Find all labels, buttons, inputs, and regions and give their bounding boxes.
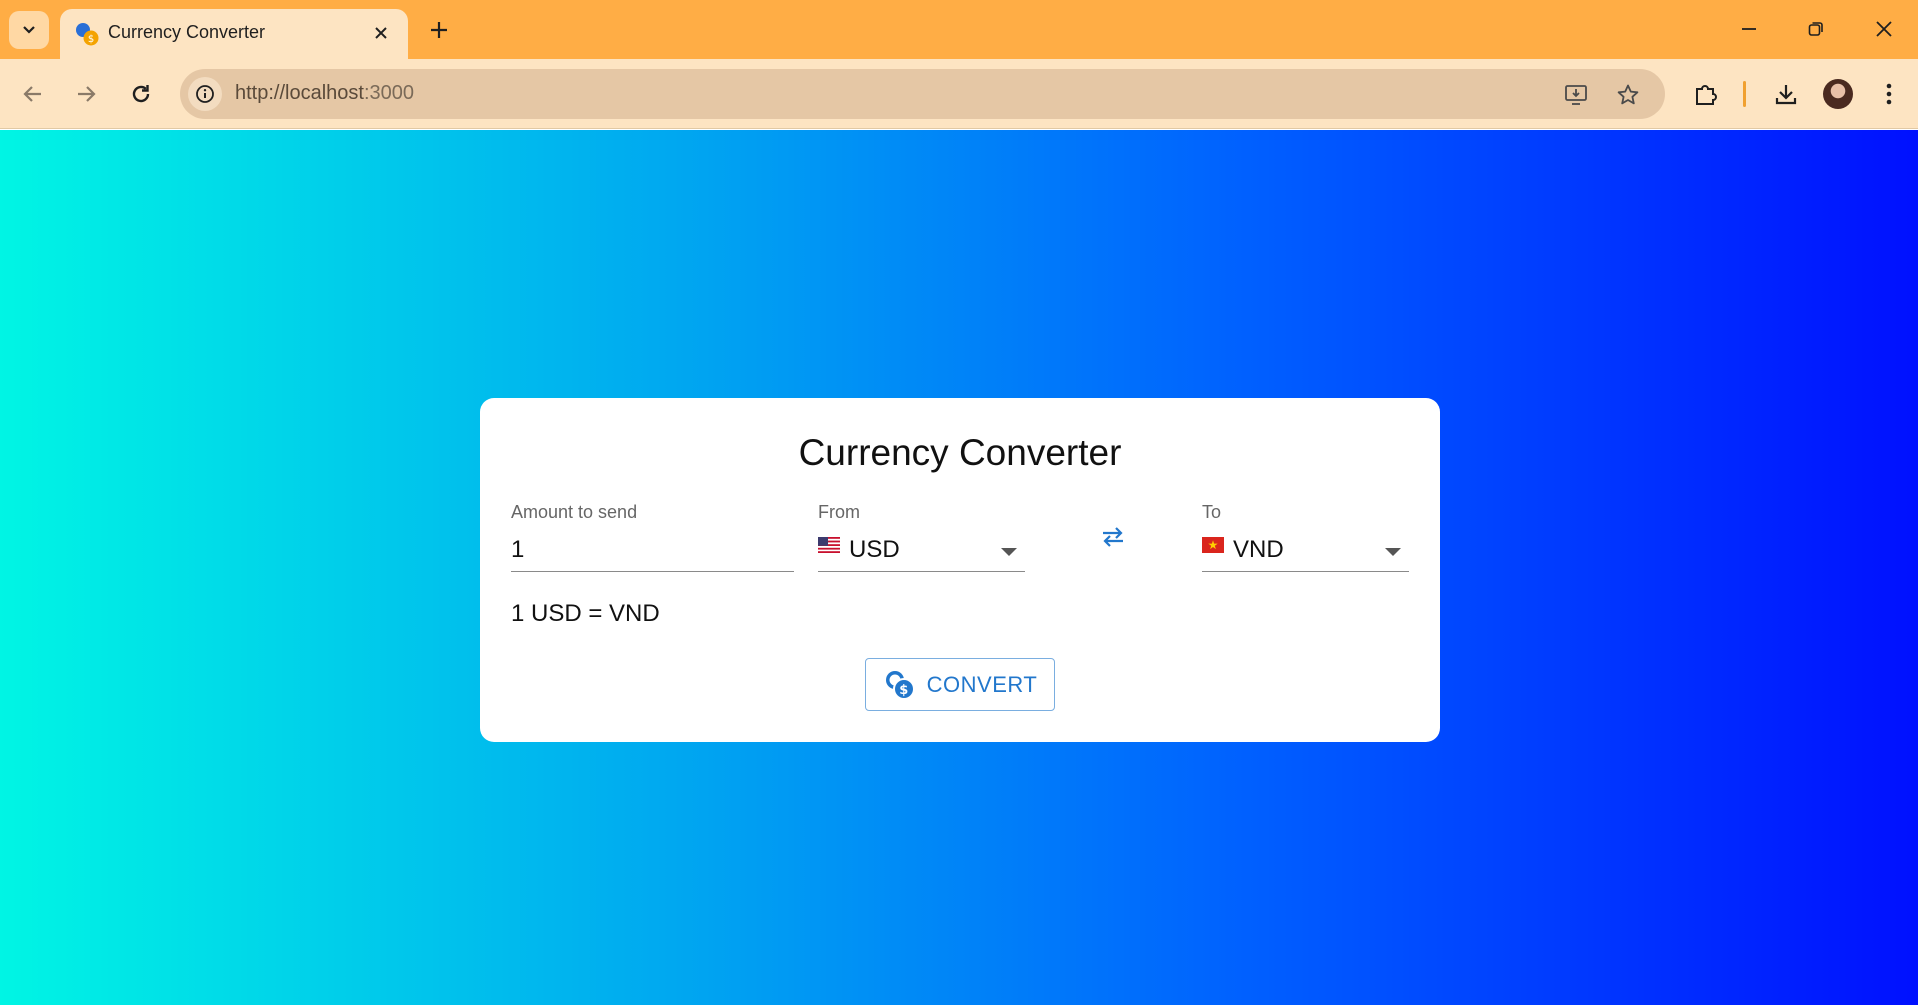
- dropdown-arrow-icon: [1001, 548, 1017, 556]
- swap-button[interactable]: [1098, 522, 1128, 552]
- browser-titlebar: $ Currency Converter: [0, 0, 1918, 59]
- url-host: http://localhost: [235, 82, 364, 104]
- minimize-icon: [1742, 28, 1756, 30]
- to-currency-value: VND: [1233, 536, 1284, 563]
- browser-toolbar: http://localhost:3000: [0, 59, 1918, 129]
- new-tab-button[interactable]: [424, 15, 454, 45]
- page-viewport: Currency Converter Amount to send 1 From…: [0, 130, 1918, 1005]
- extensions-button[interactable]: [1689, 77, 1723, 111]
- minimize-button[interactable]: [1729, 11, 1769, 47]
- profile-avatar[interactable]: [1823, 79, 1853, 109]
- arrow-left-icon: [23, 86, 41, 102]
- close-icon: [1876, 21, 1892, 37]
- forward-button[interactable]: [68, 76, 104, 112]
- swap-arrows-icon: [1103, 527, 1123, 547]
- menu-button[interactable]: [1872, 77, 1906, 111]
- convert-button[interactable]: $ CONVERT: [865, 658, 1055, 711]
- info-icon: [196, 85, 214, 103]
- page-title: Currency Converter: [798, 432, 1122, 473]
- to-label: To: [1202, 502, 1222, 522]
- convert-label: CONVERT: [926, 671, 1038, 697]
- currency-exchange-icon: $: [885, 670, 915, 700]
- converter-card: Currency Converter Amount to send 1 From…: [480, 398, 1440, 742]
- install-app-button[interactable]: [1561, 80, 1591, 110]
- us-flag-icon: [818, 537, 840, 553]
- install-app-icon: [1565, 85, 1587, 105]
- chevron-down-icon: [23, 26, 35, 34]
- star-icon: [1617, 84, 1639, 105]
- reload-icon: [132, 85, 150, 103]
- browser-tab[interactable]: $ Currency Converter: [60, 9, 408, 59]
- tab-title: Currency Converter: [108, 22, 266, 42]
- address-bar[interactable]: http://localhost:3000: [180, 69, 1665, 119]
- conversion-result: 1 USD = VND: [511, 600, 660, 627]
- toolbar-separator: [1743, 81, 1746, 107]
- restore-icon: [1808, 22, 1823, 36]
- dropdown-arrow-icon: [1385, 548, 1401, 556]
- amount-input[interactable]: 1: [511, 532, 794, 572]
- url-text: http://localhost:3000: [235, 82, 414, 105]
- puzzle-icon: [1696, 85, 1717, 105]
- url-port: :3000: [363, 82, 415, 104]
- from-label: From: [818, 502, 860, 522]
- back-button[interactable]: [15, 76, 51, 112]
- close-icon: [375, 27, 387, 39]
- arrow-right-icon: [78, 86, 96, 102]
- tab-close-button[interactable]: [368, 20, 394, 46]
- tab-search-button[interactable]: [9, 11, 49, 49]
- reload-button[interactable]: [123, 76, 159, 112]
- amount-value: 1: [511, 536, 525, 563]
- amount-label: Amount to send: [511, 502, 638, 522]
- vn-flag-icon: [1202, 537, 1224, 553]
- downloads-button[interactable]: [1769, 77, 1803, 111]
- svg-text:$: $: [88, 34, 94, 45]
- currency-favicon-icon: $: [76, 23, 99, 46]
- bookmark-button[interactable]: [1613, 80, 1643, 110]
- download-icon: [1775, 85, 1797, 105]
- restore-button[interactable]: [1796, 11, 1836, 47]
- site-info-button[interactable]: [188, 77, 222, 111]
- more-vert-icon: [1886, 83, 1892, 105]
- to-currency-select[interactable]: VND: [1202, 532, 1409, 572]
- plus-icon: [431, 22, 447, 38]
- svg-text:$: $: [899, 683, 909, 698]
- close-window-button[interactable]: [1864, 11, 1904, 47]
- from-currency-select[interactable]: USD: [818, 532, 1025, 572]
- from-currency-value: USD: [849, 536, 900, 563]
